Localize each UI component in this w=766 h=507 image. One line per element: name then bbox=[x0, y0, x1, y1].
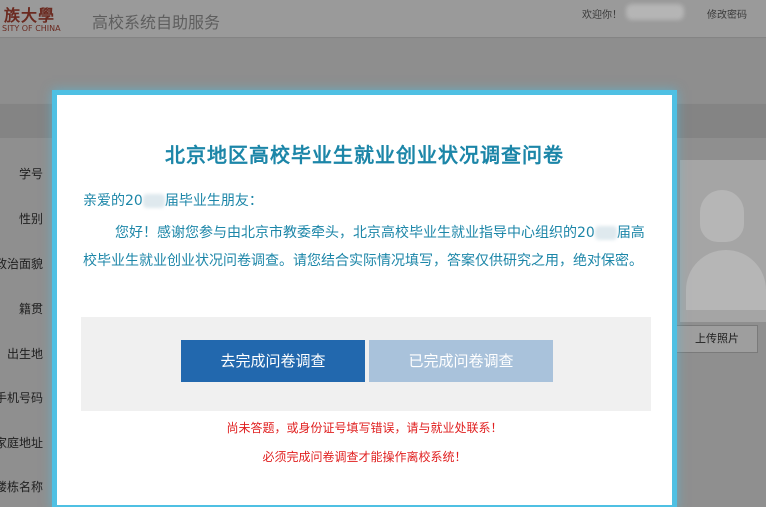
change-password-link[interactable]: 修改密码 bbox=[707, 6, 747, 21]
label-phone: 手机号码 bbox=[0, 391, 43, 405]
label-gender: 性别 bbox=[18, 212, 43, 226]
university-logo-english: SITY OF CHINA bbox=[2, 24, 61, 33]
greeting: 亲爱的20 届毕业生朋友： bbox=[83, 190, 263, 210]
warning-not-answered: 尚未答题，或身份证号填写错误，请与就业处联系！ bbox=[226, 421, 503, 435]
avatar-head-icon bbox=[700, 190, 744, 242]
year-redacted bbox=[142, 194, 165, 208]
description-part-1: 您好！感谢您参与由北京市教委牵头，北京高校毕业生就业指导中心组织的20 bbox=[115, 225, 595, 241]
warning-required: 必须完成问卷调查才能操作离校系统！ bbox=[262, 450, 467, 464]
label-home-address: 家庭地址 bbox=[0, 436, 43, 450]
survey-modal: 北京地区高校毕业生就业创业状况调查问卷 亲爱的20 届毕业生朋友： 您好！感谢您参… bbox=[52, 90, 677, 507]
year-redacted-2 bbox=[594, 226, 617, 240]
survey-completed-button: 已完成问卷调查 bbox=[369, 340, 553, 382]
username-redacted bbox=[626, 4, 684, 20]
complete-survey-button[interactable]: 去完成问卷调查 bbox=[181, 340, 365, 382]
university-logo: 族大學 bbox=[4, 6, 56, 25]
system-title: 高校系统自助服务 bbox=[92, 13, 221, 32]
label-building-name: 楼栋名称 bbox=[0, 480, 43, 494]
top-header: 族大學 SITY OF CHINA 高校系统自助服务 欢迎你！ 修改密码 bbox=[0, 0, 766, 38]
button-panel: 去完成问卷调查 已完成问卷调查 bbox=[81, 317, 651, 411]
label-student-id: 学号 bbox=[18, 167, 43, 181]
survey-description: 您好！感谢您参与由北京市教委牵头，北京高校毕业生就业指导中心组织的20 届高校毕业… bbox=[83, 219, 651, 275]
greeting-suffix: 届毕业生朋友： bbox=[164, 193, 263, 209]
greeting-prefix: 亲爱的20 bbox=[83, 193, 143, 209]
modal-title: 北京地区高校毕业生就业创业状况调查问卷 bbox=[165, 143, 564, 167]
label-political-status: 政治面貌 bbox=[0, 257, 43, 271]
upload-photo-button[interactable]: 上传照片 bbox=[676, 325, 758, 353]
label-birthplace: 出生地 bbox=[6, 347, 43, 361]
welcome-text: 欢迎你！ bbox=[582, 10, 622, 21]
label-native-place: 籍贯 bbox=[18, 302, 43, 316]
